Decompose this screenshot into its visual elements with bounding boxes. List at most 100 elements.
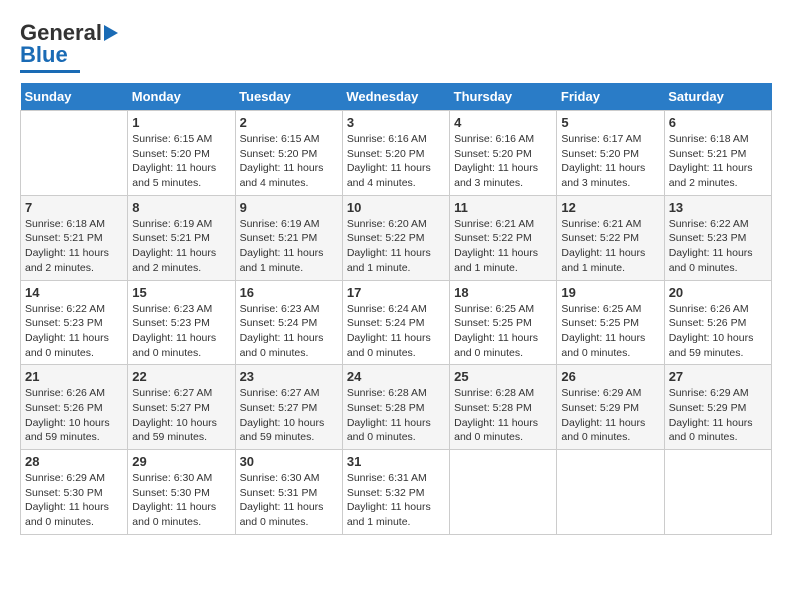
- day-number: 15: [132, 285, 230, 300]
- day-number: 12: [561, 200, 659, 215]
- day-cell: 2 Sunrise: 6:15 AMSunset: 5:20 PMDaylight…: [235, 111, 342, 196]
- day-number: 8: [132, 200, 230, 215]
- day-number: 26: [561, 369, 659, 384]
- day-info: Sunrise: 6:26 AMSunset: 5:26 PMDaylight:…: [669, 302, 767, 361]
- day-cell: 14 Sunrise: 6:22 AMSunset: 5:23 PMDayligh…: [21, 280, 128, 365]
- day-cell: 12Sunrise: 6:21 AMSunset: 5:22 PMDayligh…: [557, 195, 664, 280]
- col-header-sunday: Sunday: [21, 83, 128, 111]
- day-cell: 29Sunrise: 6:30 AMSunset: 5:30 PMDayligh…: [128, 450, 235, 535]
- day-info: Sunrise: 6:31 AMSunset: 5:32 PMDaylight:…: [347, 471, 445, 530]
- day-number: 23: [240, 369, 338, 384]
- day-cell: 27 Sunrise: 6:29 AMSunset: 5:29 PMDayligh…: [664, 365, 771, 450]
- day-info: Sunrise: 6:29 AMSunset: 5:29 PMDaylight:…: [561, 386, 659, 445]
- day-info: Sunrise: 6:15 AMSunset: 5:20 PMDaylight:…: [132, 132, 230, 191]
- day-number: 24: [347, 369, 445, 384]
- day-number: 6: [669, 115, 767, 130]
- week-row-5: 28 Sunrise: 6:29 AMSunset: 5:30 PMDayligh…: [21, 450, 772, 535]
- day-info: Sunrise: 6:27 AMSunset: 5:27 PMDaylight:…: [240, 386, 338, 445]
- day-number: 13: [669, 200, 767, 215]
- day-info: Sunrise: 6:28 AMSunset: 5:28 PMDaylight:…: [347, 386, 445, 445]
- col-header-monday: Monday: [128, 83, 235, 111]
- header: General Blue: [20, 20, 772, 73]
- day-info: Sunrise: 6:29 AMSunset: 5:29 PMDaylight:…: [669, 386, 767, 445]
- week-row-1: 1 Sunrise: 6:15 AMSunset: 5:20 PMDaylight…: [21, 111, 772, 196]
- day-info: Sunrise: 6:22 AMSunset: 5:23 PMDaylight:…: [25, 302, 123, 361]
- day-cell: 23 Sunrise: 6:27 AMSunset: 5:27 PMDayligh…: [235, 365, 342, 450]
- day-cell: 30 Sunrise: 6:30 AMSunset: 5:31 PMDayligh…: [235, 450, 342, 535]
- logo-arrow-icon: [104, 25, 118, 41]
- day-number: 4: [454, 115, 552, 130]
- day-cell: 7 Sunrise: 6:18 AMSunset: 5:21 PMDaylight…: [21, 195, 128, 280]
- day-cell: 17 Sunrise: 6:24 AMSunset: 5:24 PMDayligh…: [342, 280, 449, 365]
- day-number: 7: [25, 200, 123, 215]
- day-cell: 28 Sunrise: 6:29 AMSunset: 5:30 PMDayligh…: [21, 450, 128, 535]
- day-number: 30: [240, 454, 338, 469]
- col-header-wednesday: Wednesday: [342, 83, 449, 111]
- day-info: Sunrise: 6:30 AMSunset: 5:31 PMDaylight:…: [240, 471, 338, 530]
- day-number: 22: [132, 369, 230, 384]
- col-header-thursday: Thursday: [450, 83, 557, 111]
- day-number: 19: [561, 285, 659, 300]
- col-header-friday: Friday: [557, 83, 664, 111]
- week-row-3: 14 Sunrise: 6:22 AMSunset: 5:23 PMDayligh…: [21, 280, 772, 365]
- day-cell: 22 Sunrise: 6:27 AMSunset: 5:27 PMDayligh…: [128, 365, 235, 450]
- day-cell: 5Sunrise: 6:17 AMSunset: 5:20 PMDaylight…: [557, 111, 664, 196]
- day-cell: 4 Sunrise: 6:16 AMSunset: 5:20 PMDaylight…: [450, 111, 557, 196]
- day-number: 14: [25, 285, 123, 300]
- day-cell: [21, 111, 128, 196]
- calendar-header-row: SundayMondayTuesdayWednesdayThursdayFrid…: [21, 83, 772, 111]
- day-number: 2: [240, 115, 338, 130]
- day-cell: 9 Sunrise: 6:19 AMSunset: 5:21 PMDaylight…: [235, 195, 342, 280]
- logo-underline: [20, 70, 80, 73]
- day-cell: 15 Sunrise: 6:23 AMSunset: 5:23 PMDayligh…: [128, 280, 235, 365]
- day-number: 21: [25, 369, 123, 384]
- logo-blue: Blue: [20, 42, 68, 68]
- day-number: 17: [347, 285, 445, 300]
- day-cell: 18Sunrise: 6:25 AMSunset: 5:25 PMDayligh…: [450, 280, 557, 365]
- week-row-4: 21Sunrise: 6:26 AMSunset: 5:26 PMDayligh…: [21, 365, 772, 450]
- day-info: Sunrise: 6:16 AMSunset: 5:20 PMDaylight:…: [454, 132, 552, 191]
- day-cell: 20Sunrise: 6:26 AMSunset: 5:26 PMDayligh…: [664, 280, 771, 365]
- day-number: 11: [454, 200, 552, 215]
- day-info: Sunrise: 6:23 AMSunset: 5:23 PMDaylight:…: [132, 302, 230, 361]
- day-info: Sunrise: 6:16 AMSunset: 5:20 PMDaylight:…: [347, 132, 445, 191]
- day-number: 29: [132, 454, 230, 469]
- day-info: Sunrise: 6:17 AMSunset: 5:20 PMDaylight:…: [561, 132, 659, 191]
- day-info: Sunrise: 6:29 AMSunset: 5:30 PMDaylight:…: [25, 471, 123, 530]
- day-number: 28: [25, 454, 123, 469]
- day-info: Sunrise: 6:20 AMSunset: 5:22 PMDaylight:…: [347, 217, 445, 276]
- day-cell: 24 Sunrise: 6:28 AMSunset: 5:28 PMDayligh…: [342, 365, 449, 450]
- day-number: 27: [669, 369, 767, 384]
- day-number: 9: [240, 200, 338, 215]
- col-header-saturday: Saturday: [664, 83, 771, 111]
- day-cell: 8 Sunrise: 6:19 AMSunset: 5:21 PMDaylight…: [128, 195, 235, 280]
- day-info: Sunrise: 6:27 AMSunset: 5:27 PMDaylight:…: [132, 386, 230, 445]
- day-info: Sunrise: 6:19 AMSunset: 5:21 PMDaylight:…: [240, 217, 338, 276]
- day-info: Sunrise: 6:15 AMSunset: 5:20 PMDaylight:…: [240, 132, 338, 191]
- day-number: 25: [454, 369, 552, 384]
- day-cell: 10 Sunrise: 6:20 AMSunset: 5:22 PMDayligh…: [342, 195, 449, 280]
- day-cell: 21Sunrise: 6:26 AMSunset: 5:26 PMDayligh…: [21, 365, 128, 450]
- day-cell: [664, 450, 771, 535]
- day-cell: 3 Sunrise: 6:16 AMSunset: 5:20 PMDaylight…: [342, 111, 449, 196]
- day-cell: 6 Sunrise: 6:18 AMSunset: 5:21 PMDaylight…: [664, 111, 771, 196]
- logo: General Blue: [20, 20, 118, 73]
- day-info: Sunrise: 6:24 AMSunset: 5:24 PMDaylight:…: [347, 302, 445, 361]
- day-cell: 26 Sunrise: 6:29 AMSunset: 5:29 PMDayligh…: [557, 365, 664, 450]
- day-number: 10: [347, 200, 445, 215]
- day-info: Sunrise: 6:18 AMSunset: 5:21 PMDaylight:…: [25, 217, 123, 276]
- day-cell: 16Sunrise: 6:23 AMSunset: 5:24 PMDayligh…: [235, 280, 342, 365]
- day-number: 31: [347, 454, 445, 469]
- day-info: Sunrise: 6:21 AMSunset: 5:22 PMDaylight:…: [454, 217, 552, 276]
- day-info: Sunrise: 6:18 AMSunset: 5:21 PMDaylight:…: [669, 132, 767, 191]
- day-number: 16: [240, 285, 338, 300]
- day-number: 1: [132, 115, 230, 130]
- day-cell: 19Sunrise: 6:25 AMSunset: 5:25 PMDayligh…: [557, 280, 664, 365]
- calendar-table: SundayMondayTuesdayWednesdayThursdayFrid…: [20, 83, 772, 535]
- day-cell: 1 Sunrise: 6:15 AMSunset: 5:20 PMDaylight…: [128, 111, 235, 196]
- day-number: 3: [347, 115, 445, 130]
- day-info: Sunrise: 6:22 AMSunset: 5:23 PMDaylight:…: [669, 217, 767, 276]
- col-header-tuesday: Tuesday: [235, 83, 342, 111]
- week-row-2: 7 Sunrise: 6:18 AMSunset: 5:21 PMDaylight…: [21, 195, 772, 280]
- day-info: Sunrise: 6:19 AMSunset: 5:21 PMDaylight:…: [132, 217, 230, 276]
